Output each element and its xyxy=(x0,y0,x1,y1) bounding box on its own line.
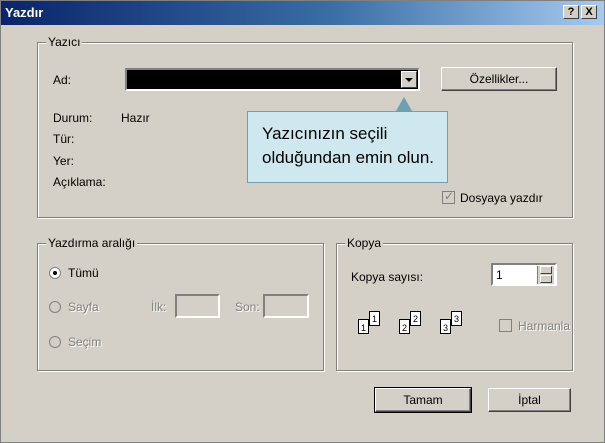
from-page-field[interactable] xyxy=(175,294,220,318)
window-title: Yazdır xyxy=(5,5,44,20)
radio-pages[interactable] xyxy=(49,301,61,313)
copies-count-field[interactable]: 1 xyxy=(491,263,557,286)
print-to-file-label[interactable]: Dosyaya yazdır xyxy=(460,191,543,205)
page-icon: 2 xyxy=(410,311,421,326)
spin-up-icon[interactable] xyxy=(540,266,552,274)
where-label: Yer: xyxy=(53,154,74,168)
spin-down-icon[interactable] xyxy=(540,275,552,283)
radio-selection-label[interactable]: Seçim xyxy=(68,335,101,349)
page-icon: 1 xyxy=(369,311,380,326)
printer-name-label: Ad: xyxy=(53,73,72,87)
status-label: Durum: xyxy=(53,111,93,125)
properties-button[interactable]: Özellikler... xyxy=(441,67,557,91)
printer-group-legend: Yazıcı xyxy=(46,35,83,49)
help-button[interactable]: ? xyxy=(563,5,579,19)
comment-label: Açıklama: xyxy=(53,175,106,189)
collate-checkbox[interactable] xyxy=(499,319,512,332)
ok-button[interactable]: Tamam xyxy=(374,387,472,413)
page-icon: 3 xyxy=(451,311,462,326)
copies-count-label: Kopya sayısı: xyxy=(351,270,424,284)
page-icon: 2 xyxy=(399,319,410,334)
print-dialog: Yazdır ? X Yazıcı Ad: Özellikler... Duru… xyxy=(0,0,605,443)
collate-label[interactable]: Harmanla xyxy=(518,319,570,333)
print-range-legend: Yazdırma aralığı xyxy=(46,236,138,250)
chevron-down-icon[interactable] xyxy=(401,71,417,88)
radio-selection[interactable] xyxy=(49,336,61,348)
copies-spinner[interactable] xyxy=(537,266,554,284)
print-to-file-checkbox[interactable] xyxy=(442,189,455,204)
printer-name-combo[interactable] xyxy=(125,68,420,91)
to-label: Son: xyxy=(235,300,260,314)
title-bar[interactable]: Yazdır ? X xyxy=(1,1,604,25)
close-button[interactable]: X xyxy=(581,5,597,19)
cancel-button[interactable]: İptal xyxy=(488,388,571,412)
from-label: İlk: xyxy=(151,300,167,314)
radio-all-label[interactable]: Tümü xyxy=(68,266,99,280)
copies-legend: Kopya xyxy=(345,236,384,250)
callout-text: Yazıcınızın seçili olduğundan emin olun. xyxy=(262,122,434,170)
callout-pointer xyxy=(396,97,412,111)
page-icon: 3 xyxy=(440,319,451,334)
annotation-callout: Yazıcınızın seçili olduğundan emin olun. xyxy=(247,111,448,183)
page-icon: 1 xyxy=(358,319,369,334)
radio-selected-dot xyxy=(53,271,57,275)
radio-all[interactable] xyxy=(49,267,61,279)
radio-pages-label[interactable]: Sayfa xyxy=(68,300,99,314)
to-page-field[interactable] xyxy=(263,294,309,318)
callout-line-2: olduğundan emin olun. xyxy=(262,148,435,167)
status-value: Hazır xyxy=(121,111,150,125)
type-label: Tür: xyxy=(53,132,75,146)
callout-line-1: Yazıcınızın seçili xyxy=(262,124,388,143)
copies-count-value: 1 xyxy=(496,268,503,282)
